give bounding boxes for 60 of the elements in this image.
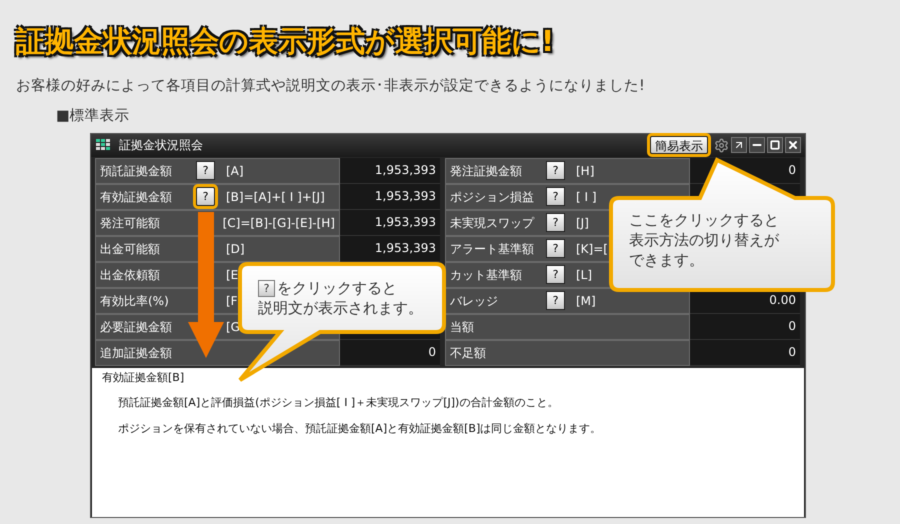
field-label: 発注可能額 bbox=[100, 214, 161, 232]
formula-text: [ I ] bbox=[576, 188, 597, 206]
section-label: ■標準表示 bbox=[56, 106, 130, 126]
formula-text: [J] bbox=[576, 214, 589, 232]
field-label: 追加証拠金額 bbox=[100, 344, 173, 362]
formula-text: [F bbox=[226, 292, 238, 310]
value-text: 0 bbox=[788, 318, 796, 335]
formula-text: [A] bbox=[226, 162, 244, 180]
field-label: 出金依頼額 bbox=[100, 266, 161, 284]
field-label: 出金可能額 bbox=[100, 240, 161, 258]
formula-text: [C]=[B]-[G]-[E]-[H] bbox=[222, 214, 335, 232]
description-text: 預託証拠金額[A]と評価損益(ポジション損益[ I ]＋未実現スワップ[J])の合計金額のこと。 bbox=[118, 395, 558, 411]
field-label: バレッジ bbox=[450, 292, 499, 310]
help-icon: ? bbox=[258, 280, 275, 296]
formula-text: [M] bbox=[576, 292, 596, 310]
value-text: 0 bbox=[428, 344, 436, 361]
field-label: 有効証拠金額 bbox=[100, 188, 173, 206]
description-text: ポジションを保有されていない場合、預託証拠金額[A]と有効証拠金額[B]は同じ金額となります。 bbox=[118, 420, 602, 436]
value-text: 1,953,393 bbox=[374, 162, 436, 179]
description-title: 有効証拠金額[B] bbox=[102, 370, 184, 386]
field-label: カット基準額 bbox=[450, 266, 523, 284]
formula-text: [K]=[ bbox=[576, 240, 608, 258]
display-mode-button[interactable]: 簡易表示 bbox=[650, 136, 708, 154]
value-text: 0 bbox=[788, 162, 796, 179]
value-text: 1,953,393 bbox=[374, 188, 436, 205]
value-text: 1,953,393 bbox=[374, 214, 436, 231]
formula-text: [G bbox=[226, 318, 240, 336]
formula-text: [D] bbox=[226, 240, 245, 258]
field-label: 発注証拠金額 bbox=[450, 162, 523, 180]
window-title: 証拠金状況照会 bbox=[119, 137, 203, 154]
help-button[interactable]: ? bbox=[196, 161, 215, 180]
help-button[interactable]: ? bbox=[546, 265, 565, 284]
callout-text: ここをクリックすると bbox=[629, 210, 779, 230]
formula-text: [E bbox=[226, 266, 238, 284]
field-label: 有効比率(%) bbox=[100, 292, 170, 310]
help-button[interactable]: ? bbox=[546, 161, 565, 180]
callout-text: できます。 bbox=[629, 250, 704, 270]
formula-text: [B]=[A]+[ I ]+[J] bbox=[226, 188, 325, 206]
field-label: 未実現スワップ bbox=[450, 214, 536, 232]
callout-text: 表示方法の切り替えが bbox=[629, 230, 779, 250]
field-label: ポジション損益 bbox=[450, 188, 535, 206]
help-button[interactable]: ? bbox=[546, 187, 565, 206]
callout-text: をクリックすると bbox=[277, 278, 397, 298]
formula-text: [H] bbox=[576, 162, 594, 180]
value-text: 1,953,393 bbox=[374, 240, 436, 257]
field-label: 当額 bbox=[450, 318, 475, 336]
help-button[interactable]: ? bbox=[546, 291, 565, 310]
help-button[interactable]: ? bbox=[196, 187, 215, 206]
formula-text: [L] bbox=[576, 266, 592, 284]
value-text: 0 bbox=[788, 344, 796, 361]
help-button[interactable]: ? bbox=[546, 213, 565, 232]
callout-text: 説明文が表示されます。 bbox=[258, 298, 423, 318]
subtitle: お客様の好みによって各項目の計算式や説明文の表示･非表示が設定できるようになりました! bbox=[16, 76, 645, 96]
field-label: 預託証拠金額 bbox=[100, 162, 173, 180]
value-text: 0.00 bbox=[769, 292, 796, 309]
field-label: アラート基準額 bbox=[450, 240, 535, 258]
field-label: 不足額 bbox=[450, 344, 487, 362]
field-label: 必要証拠金額 bbox=[100, 318, 173, 336]
help-button[interactable]: ? bbox=[546, 239, 565, 258]
headline: 証拠金状況照会の表示形式が選択可能に! bbox=[16, 23, 554, 60]
